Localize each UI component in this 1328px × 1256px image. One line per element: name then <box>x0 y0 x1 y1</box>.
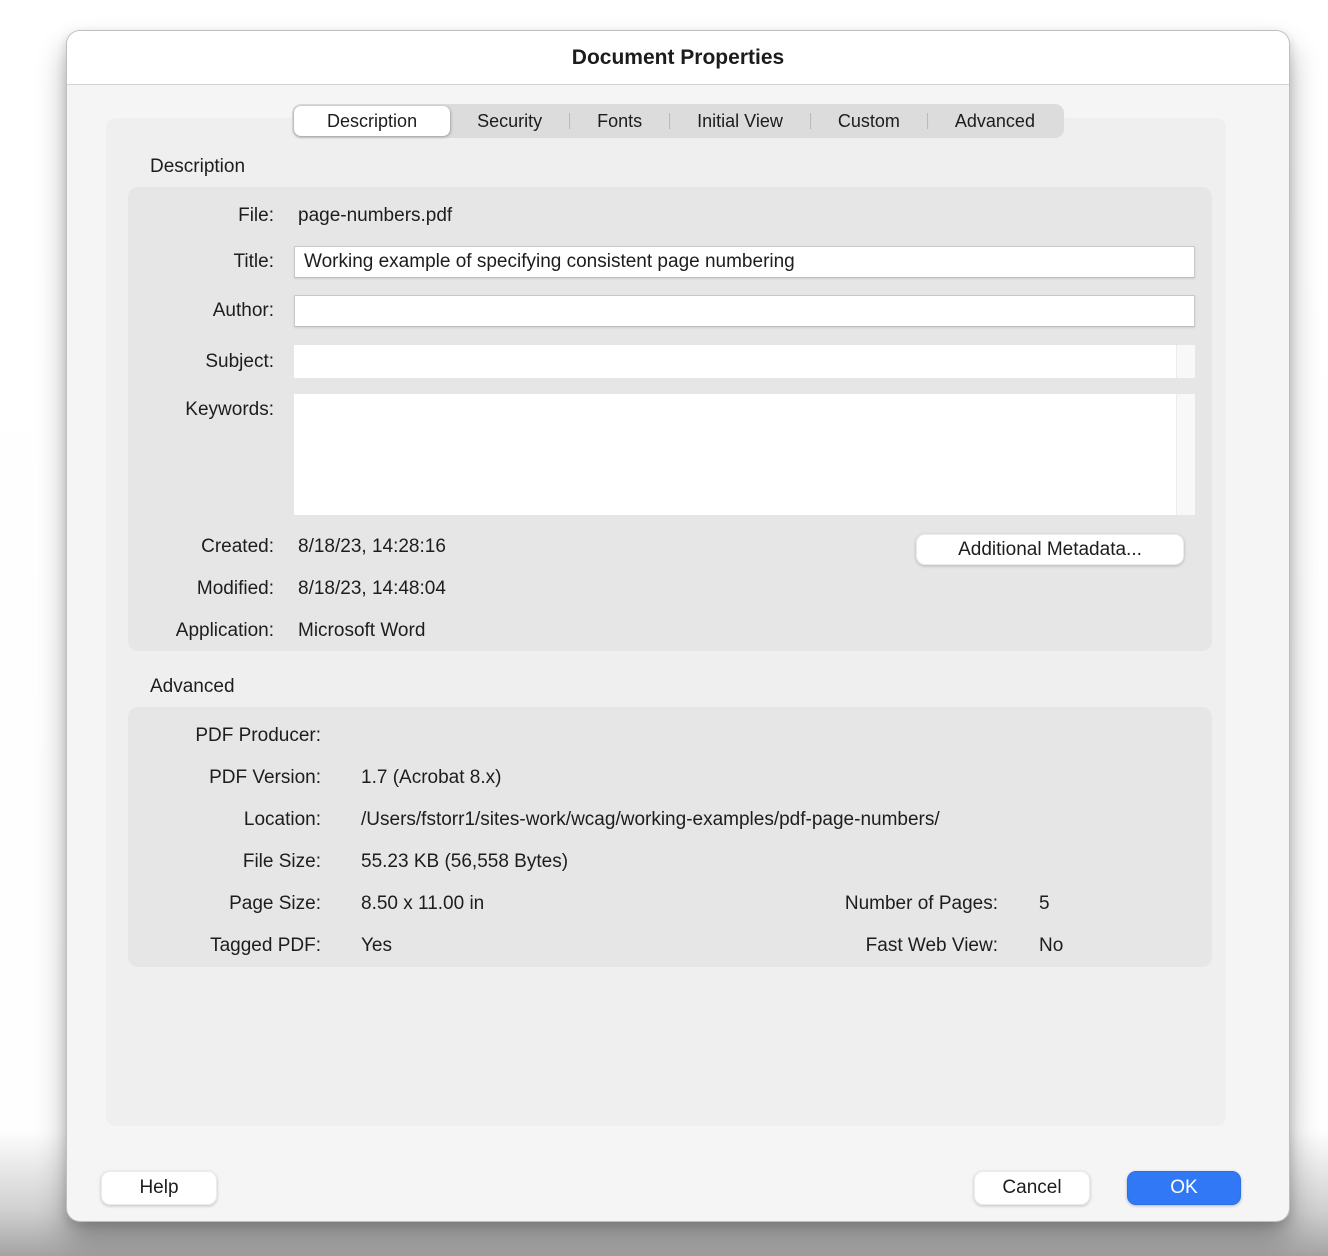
page-size-value: 8.50 x 11.00 in <box>361 893 484 915</box>
author-row: Author: <box>128 295 1195 327</box>
file-label: File: <box>128 205 274 227</box>
location-row: Location: /Users/fstorr1/sites-work/wcag… <box>128 806 1195 834</box>
advanced-group: PDF Producer: PDF Version: 1.7 (Acrobat … <box>128 707 1212 967</box>
dialog-title: Document Properties <box>572 46 784 70</box>
pdf-version-row: PDF Version: 1.7 (Acrobat 8.x) <box>128 764 1195 792</box>
author-input[interactable] <box>294 295 1195 327</box>
tab-security[interactable]: Security <box>450 106 569 136</box>
subject-row: Subject: <box>128 345 1195 378</box>
title-label: Title: <box>128 251 274 273</box>
description-group: File: page-numbers.pdf Title: Author: Su… <box>128 187 1212 651</box>
subject-field-wrap <box>294 345 1195 378</box>
file-size-label: File Size: <box>128 851 321 873</box>
fast-web-view-group: Fast Web View: No <box>648 932 1063 960</box>
description-section-heading: Description <box>150 156 245 178</box>
tab-bar: Description Security Fonts Initial View … <box>292 104 1064 138</box>
tab-initial-view[interactable]: Initial View <box>670 106 810 136</box>
number-of-pages-value: 5 <box>1039 893 1050 915</box>
advanced-section-heading: Advanced <box>150 676 235 698</box>
modified-row: Modified: 8/18/23, 14:48:04 <box>128 575 1195 603</box>
subject-input[interactable] <box>294 345 1195 378</box>
modified-value: 8/18/23, 14:48:04 <box>298 578 446 600</box>
file-size-row: File Size: 55.23 KB (56,558 Bytes) <box>128 848 1195 876</box>
desktop-background: Document Properties Description Security… <box>0 0 1328 1256</box>
author-label: Author: <box>128 300 274 322</box>
keywords-scrollbar-track[interactable] <box>1176 394 1195 515</box>
pdf-producer-row: PDF Producer: <box>128 722 1195 750</box>
file-size-value: 55.23 KB (56,558 Bytes) <box>361 851 568 873</box>
tagged-pdf-value: Yes <box>361 935 392 957</box>
help-button[interactable]: Help <box>101 1171 217 1205</box>
created-value: 8/18/23, 14:28:16 <box>298 536 446 558</box>
tab-description[interactable]: Description <box>294 106 450 136</box>
subject-label: Subject: <box>128 351 274 373</box>
application-label: Application: <box>128 620 274 642</box>
number-of-pages-label: Number of Pages: <box>648 893 998 915</box>
title-row: Title: <box>128 246 1195 278</box>
location-label: Location: <box>128 809 321 831</box>
cancel-button[interactable]: Cancel <box>974 1171 1090 1205</box>
tagged-pdf-row: Tagged PDF: Yes Fast Web View: No <box>128 932 1195 960</box>
tab-advanced[interactable]: Advanced <box>928 106 1062 136</box>
pdf-version-label: PDF Version: <box>128 767 321 789</box>
fast-web-view-label: Fast Web View: <box>648 935 998 957</box>
tagged-pdf-label: Tagged PDF: <box>128 935 321 957</box>
keywords-field-wrap <box>294 394 1195 515</box>
pdf-version-value: 1.7 (Acrobat 8.x) <box>361 767 501 789</box>
fast-web-view-value: No <box>1039 935 1063 957</box>
tab-custom[interactable]: Custom <box>811 106 927 136</box>
keywords-row: Keywords: <box>128 394 1195 515</box>
location-value: /Users/fstorr1/sites-work/wcag/working-e… <box>361 809 940 831</box>
keywords-label: Keywords: <box>128 397 274 423</box>
created-label: Created: <box>128 536 274 558</box>
page-size-label: Page Size: <box>128 893 321 915</box>
application-value: Microsoft Word <box>298 620 425 642</box>
dialog-titlebar[interactable]: Document Properties <box>67 31 1289 85</box>
ok-button[interactable]: OK <box>1127 1171 1241 1205</box>
tab-fonts[interactable]: Fonts <box>570 106 669 136</box>
file-value: page-numbers.pdf <box>298 205 452 227</box>
keywords-textarea[interactable] <box>294 394 1195 515</box>
additional-metadata-button[interactable]: Additional Metadata... <box>916 534 1184 565</box>
title-input[interactable] <box>294 246 1195 278</box>
tab-content-panel: Description File: page-numbers.pdf Title… <box>106 118 1226 1126</box>
document-properties-dialog: Document Properties Description Security… <box>66 30 1290 1222</box>
modified-label: Modified: <box>128 578 274 600</box>
pdf-producer-label: PDF Producer: <box>128 725 321 747</box>
subject-scrollbar-track[interactable] <box>1176 345 1195 378</box>
application-row: Application: Microsoft Word <box>128 617 1195 645</box>
file-row: File: page-numbers.pdf <box>128 202 1195 230</box>
page-size-row: Page Size: 8.50 x 11.00 in Number of Pag… <box>128 890 1195 918</box>
number-of-pages-group: Number of Pages: 5 <box>648 890 1050 918</box>
